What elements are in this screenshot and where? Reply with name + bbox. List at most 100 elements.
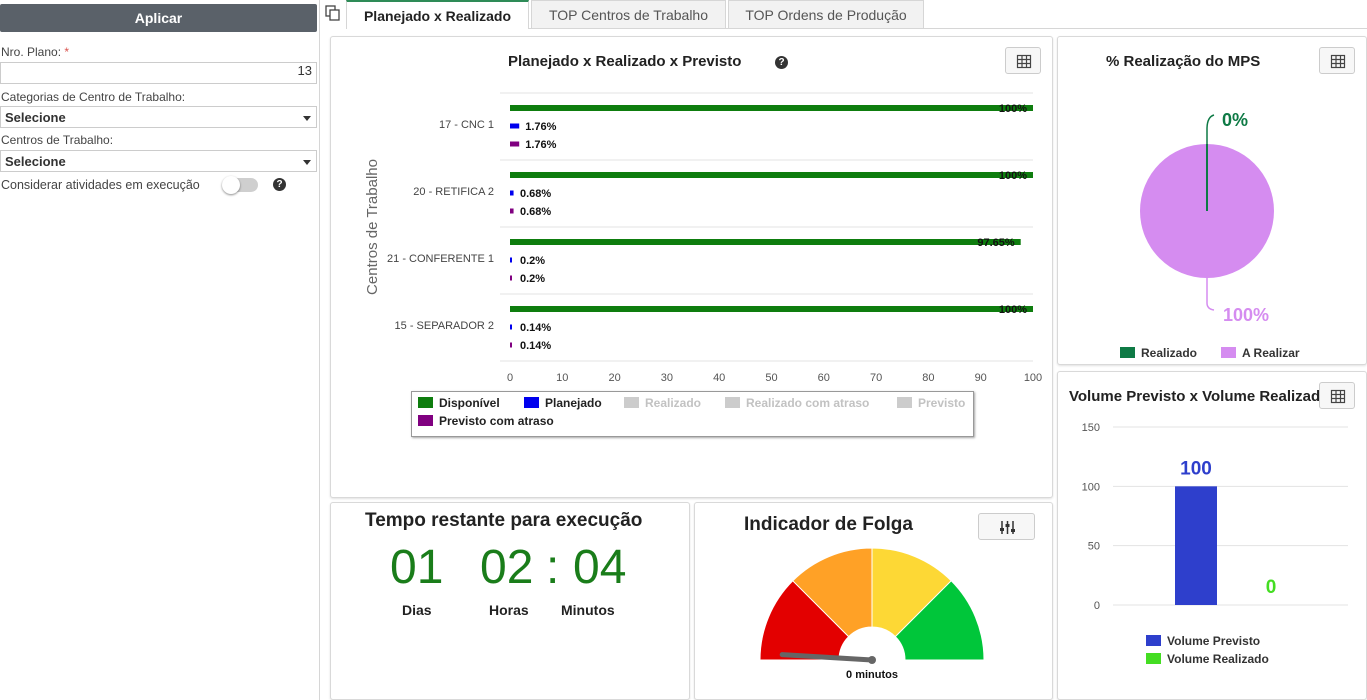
- minutes-value: 04: [573, 541, 627, 594]
- legend-item-disponível[interactable]: Disponível: [418, 396, 500, 410]
- bar-disponível: [510, 239, 1021, 245]
- legend-item-planejado[interactable]: Planejado: [524, 396, 602, 410]
- apply-button[interactable]: Aplicar: [0, 4, 317, 32]
- hours-value: 02: [480, 541, 534, 594]
- consider-running-toggle[interactable]: [222, 176, 258, 194]
- pie-label-connector: [1206, 278, 1215, 311]
- category-label: Categorias de Centro de Trabalho:: [1, 90, 186, 104]
- plan-label: Nro. Plano: *: [1, 45, 69, 59]
- legend-label: A Realizar: [1242, 346, 1300, 360]
- gauge-needle-pivot: [868, 656, 876, 664]
- legend-label: Planejado: [545, 396, 602, 410]
- required-mark: *: [64, 45, 70, 59]
- plan-label-text: Nro. Plano:: [1, 45, 62, 59]
- days-value: 01: [390, 541, 444, 594]
- legend-swatch: [1221, 347, 1236, 358]
- copy-icon[interactable]: [325, 5, 341, 21]
- bar-planejado: [510, 324, 512, 330]
- pie-label-a-realizar: 100%: [1223, 305, 1269, 325]
- legend-item-volume-realizado[interactable]: Volume Realizado: [1146, 652, 1269, 666]
- centers-label: Centros de Trabalho:: [1, 133, 114, 147]
- bar-planejado: [510, 190, 514, 196]
- mps-pie-chart: 0% 100%: [1140, 110, 1274, 325]
- legend-label: Disponível: [439, 396, 500, 410]
- legend-swatch: [418, 415, 433, 426]
- bar-data-label: 0.14%: [520, 322, 551, 334]
- x-tick-label: 90: [975, 372, 987, 384]
- time-separator: :: [546, 541, 560, 594]
- category-label: 15 - SEPARADOR 2: [395, 320, 494, 332]
- bar-data-label: 0.2%: [520, 273, 545, 285]
- plan-number-input[interactable]: 13: [0, 62, 317, 84]
- volume-chart-card: Volume Previsto x Volume Realizado 0 50 10…: [1057, 371, 1367, 700]
- category-select[interactable]: Selecione: [0, 106, 317, 128]
- slack-gauge: 0 minutos: [759, 547, 985, 681]
- x-tick-label: 60: [818, 372, 830, 384]
- legend-label: Previsto: [918, 396, 966, 410]
- legend-item-previsto-com-atraso[interactable]: Previsto com atraso: [418, 414, 554, 428]
- y-tick-label: 100: [1082, 481, 1100, 493]
- legend-label: Realizado: [645, 396, 702, 410]
- bar-planejado: [510, 257, 512, 263]
- bar-data-label: 97.65%: [977, 237, 1015, 249]
- volume-bar-chart: 0 50 100 150 100 0: [1082, 422, 1348, 612]
- bar-data-label: 0.14%: [520, 340, 551, 352]
- days-label: Dias: [402, 602, 432, 618]
- x-tick-label: 10: [556, 372, 568, 384]
- bar-data-label: 0.2%: [520, 255, 545, 267]
- chevron-down-icon: [303, 116, 311, 121]
- bar-data-label: 1.76%: [525, 121, 556, 133]
- category-label: 17 - CNC 1: [439, 119, 494, 131]
- bar-data-label: 0.68%: [520, 206, 551, 218]
- minutes-label: Minutos: [561, 602, 615, 618]
- centers-select-value: Selecione: [5, 154, 66, 169]
- x-tick-label: 80: [922, 372, 934, 384]
- bar-data-label: 100%: [999, 170, 1027, 182]
- x-tick-label: 30: [661, 372, 673, 384]
- bar-volume-previsto: [1175, 486, 1217, 605]
- category-label: 21 - CONFERENTE 1: [387, 253, 494, 265]
- time-remaining-card: Tempo restante para execução: [330, 502, 690, 700]
- bar-data-label: 100%: [999, 103, 1027, 115]
- bar-data-label: 0: [1266, 577, 1277, 598]
- legend-label: Volume Realizado: [1167, 652, 1269, 666]
- x-tick-label: 100: [1024, 372, 1042, 384]
- bar-data-label: 0.68%: [520, 188, 551, 200]
- pvr-bar-chart: Centros de Trabalho 0 10 20 30 40 50 60 70 80 90 1…: [364, 92, 1042, 384]
- plan-number-value: 13: [297, 63, 312, 78]
- x-tick-label: 40: [713, 372, 725, 384]
- tab-top-ordens[interactable]: TOP Ordens de Produção: [728, 0, 924, 28]
- tab-planejado-realizado[interactable]: Planejado x Realizado: [346, 0, 529, 29]
- category-label: 20 - RETIFICA 2: [413, 186, 494, 198]
- tab-top-centros[interactable]: TOP Centros de Trabalho: [531, 0, 726, 28]
- legend-item-realizado[interactable]: Realizado: [1120, 346, 1197, 360]
- bar-previsto-com-atraso: [510, 141, 520, 147]
- legend-item-volume-previsto[interactable]: Volume Previsto: [1146, 634, 1260, 648]
- legend-item-realizado-com-atraso[interactable]: Realizado com atraso: [725, 396, 869, 410]
- centers-select[interactable]: Selecione: [0, 150, 317, 172]
- help-icon[interactable]: ?: [273, 178, 286, 191]
- consider-label: Considerar atividades em execução: [1, 178, 200, 192]
- x-tick-label: 0: [507, 372, 513, 384]
- chevron-down-icon: [303, 160, 311, 165]
- toggle-knob: [222, 176, 240, 194]
- legend-swatch: [418, 397, 433, 408]
- legend-swatch: [1120, 347, 1135, 358]
- y-tick-label: 150: [1082, 422, 1100, 434]
- slack-indicator-card: Indicador de Folga 0 minutos: [694, 502, 1053, 700]
- legend-item-realizado[interactable]: Realizado: [624, 396, 701, 410]
- y-axis-label: Centros de Trabalho: [364, 159, 381, 295]
- legend-swatch: [524, 397, 539, 408]
- pvr-chart-card: Planejado x Realizado x Previsto ? Centr…: [330, 36, 1053, 498]
- legend-item-a-realizar[interactable]: A Realizar: [1221, 346, 1300, 360]
- hours-label: Horas: [489, 602, 529, 618]
- legend-label: Previsto com atraso: [439, 414, 554, 428]
- gauge-value-label: 0 minutos: [846, 669, 898, 681]
- legend-swatch: [897, 397, 912, 408]
- bar-disponível: [510, 172, 1033, 178]
- bar-data-label: 100: [1180, 458, 1212, 479]
- legend-item-previsto[interactable]: Previsto: [897, 396, 965, 410]
- bar-disponível: [510, 105, 1033, 111]
- legend-label: Volume Previsto: [1167, 634, 1261, 648]
- bar-data-label: 100%: [999, 304, 1027, 316]
